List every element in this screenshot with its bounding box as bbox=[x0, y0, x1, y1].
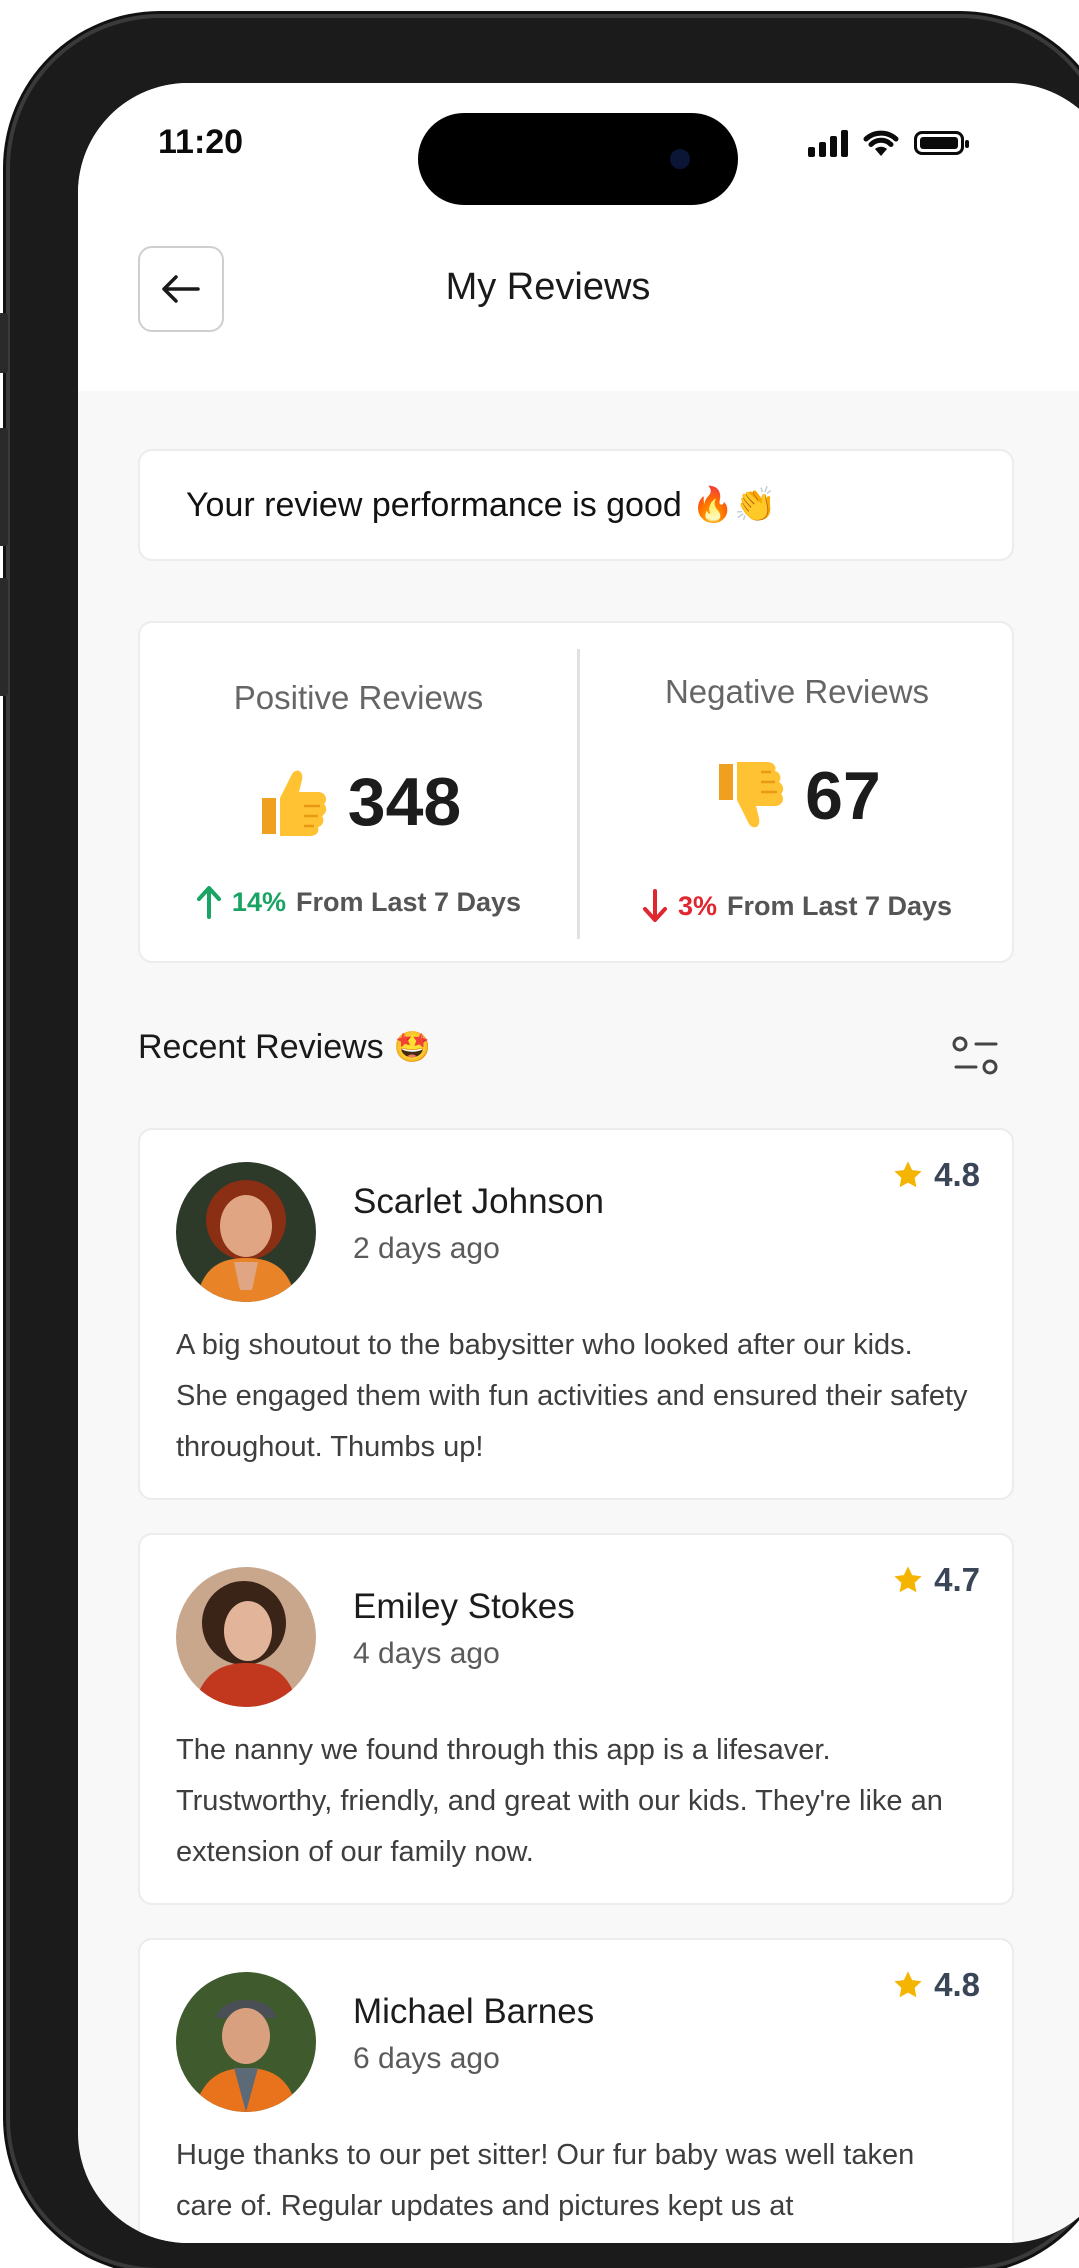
positive-count: 348 bbox=[347, 764, 462, 840]
review-text: Huge thanks to our pet sitter! Our fur b… bbox=[176, 2139, 915, 2222]
action-button bbox=[0, 313, 8, 373]
arrow-up-icon bbox=[196, 886, 221, 919]
arrow-down-icon bbox=[642, 889, 667, 922]
rating-value: 4.8 bbox=[934, 1156, 980, 1193]
reviewer-name: Michael Barnes bbox=[353, 1992, 595, 2031]
screen: 11:20 My Reviews Your review performance… bbox=[78, 83, 1079, 2243]
positive-percent: 14% bbox=[231, 886, 286, 917]
rating-value: 4.7 bbox=[934, 1561, 980, 1598]
positive-count-row: 348 bbox=[140, 763, 577, 841]
negative-count: 67 bbox=[805, 758, 881, 834]
review-card[interactable]: Michael Barnes 6 days ago 4.8 Huge thank… bbox=[138, 1938, 1014, 2243]
filter-button[interactable] bbox=[946, 1027, 1006, 1087]
positive-stats: Positive Reviews 348 14% From Last 7 Day… bbox=[140, 623, 577, 961]
rating-value: 4.8 bbox=[934, 1966, 980, 2003]
review-stats-card: Positive Reviews 348 14% From Last 7 Day… bbox=[138, 621, 1014, 963]
rating: 4.7 bbox=[892, 1561, 980, 1599]
status-time: 11:20 bbox=[158, 123, 244, 161]
battery-icon bbox=[914, 131, 969, 155]
review-text: A big shoutout to the babysitter who loo… bbox=[176, 1329, 968, 1463]
avatar bbox=[176, 1162, 316, 1302]
phone-frame: 11:20 My Reviews Your review performance… bbox=[0, 18, 1079, 2268]
status-icons bbox=[808, 123, 969, 163]
review-card[interactable]: Scarlet Johnson 2 days ago 4.8 A big sho… bbox=[138, 1128, 1014, 1500]
negative-percent: 3% bbox=[677, 890, 717, 921]
wifi-icon bbox=[863, 130, 899, 156]
avatar bbox=[176, 1972, 316, 2112]
fire-clap-emoji: 🔥👏 bbox=[691, 486, 777, 524]
page-title: My Reviews bbox=[445, 266, 651, 308]
review-card[interactable]: Emiley Stokes 4 days ago 4.7 The nanny w… bbox=[138, 1533, 1014, 1905]
signal-icon bbox=[808, 129, 848, 157]
positive-trend: 14% From Last 7 Days bbox=[140, 885, 577, 919]
filter-sliders-icon bbox=[952, 1036, 998, 1075]
rating: 4.8 bbox=[892, 1966, 980, 2004]
negative-trend: 3% From Last 7 Days bbox=[580, 889, 1014, 923]
negative-label: Negative Reviews bbox=[664, 673, 930, 710]
avatar bbox=[176, 1567, 316, 1707]
negative-trend-text: From Last 7 Days bbox=[726, 890, 953, 921]
positive-trend-text: From Last 7 Days bbox=[295, 886, 522, 917]
negative-stats: Negative Reviews 67 3% From Last 7 Days bbox=[580, 623, 1014, 961]
review-time: 4 days ago bbox=[353, 1637, 500, 1670]
star-icon bbox=[894, 1566, 922, 1593]
recent-reviews-label: Recent Reviews bbox=[138, 1028, 384, 1066]
camera-icon bbox=[670, 149, 690, 169]
negative-count-row: 67 bbox=[580, 757, 1014, 835]
recent-reviews-title: Recent Reviews 🤩 bbox=[138, 1028, 431, 1067]
reviewer-name: Emiley Stokes bbox=[353, 1587, 575, 1626]
star-icon bbox=[894, 1971, 922, 1998]
dynamic-island bbox=[418, 113, 738, 205]
review-time: 2 days ago bbox=[353, 1232, 500, 1265]
positive-label: Positive Reviews bbox=[233, 679, 484, 716]
review-text: The nanny we found through this app is a… bbox=[176, 1734, 943, 1868]
star-struck-emoji: 🤩 bbox=[393, 1031, 432, 1064]
thumbs-down-icon bbox=[719, 762, 784, 828]
star-icon bbox=[894, 1161, 922, 1188]
performance-text: Your review performance is good bbox=[186, 485, 682, 524]
thumbs-up-icon bbox=[261, 770, 326, 836]
volume-down-button bbox=[0, 578, 8, 696]
review-time: 6 days ago bbox=[353, 2042, 500, 2075]
performance-banner: Your review performance is good 🔥👏 bbox=[138, 449, 1014, 561]
reviewer-name: Scarlet Johnson bbox=[353, 1182, 604, 1221]
volume-up-button bbox=[0, 428, 8, 546]
rating: 4.8 bbox=[892, 1156, 980, 1194]
